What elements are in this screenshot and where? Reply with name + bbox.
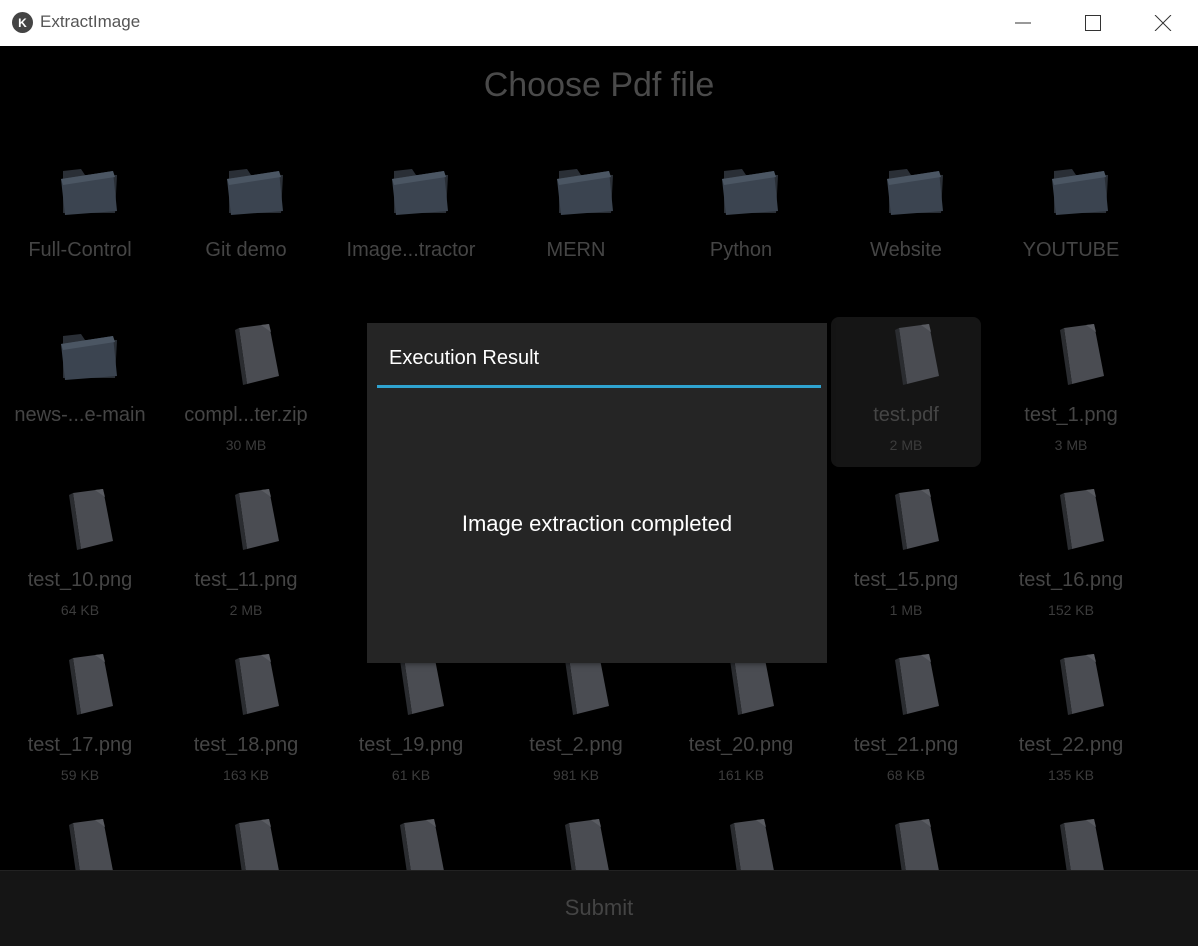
maximize-button[interactable] xyxy=(1058,0,1128,46)
file-item[interactable]: test_15.png 1 MB xyxy=(831,471,981,621)
file-size: 64 KB xyxy=(60,602,100,618)
file-icon xyxy=(881,483,951,553)
folder-item[interactable]: news-...e-main xyxy=(5,306,155,456)
file-size: 1 MB xyxy=(889,602,923,618)
file-name: test_16.png xyxy=(1018,569,1124,591)
file-name: Image...tractor xyxy=(346,239,476,261)
submit-label: Submit xyxy=(564,895,634,920)
app-logo-icon: K xyxy=(12,12,33,33)
file-name: test.pdf xyxy=(873,404,939,426)
file-icon xyxy=(221,648,291,718)
file-item[interactable]: test_10.png 64 KB xyxy=(5,471,155,621)
file-icon xyxy=(221,483,291,553)
dialog-message: Image extraction completed xyxy=(461,511,733,536)
dialog-title-divider xyxy=(377,385,821,388)
file-name: test_2.png xyxy=(529,734,623,756)
file-size: 152 KB xyxy=(1048,602,1094,618)
folder-item[interactable]: Python xyxy=(666,141,816,291)
file-name: compl...ter.zip xyxy=(184,404,308,426)
file-size: 61 KB xyxy=(391,767,431,783)
folder-icon xyxy=(1046,153,1116,223)
execution-result-dialog: Execution Result Image extraction comple… xyxy=(367,323,827,663)
minimize-button[interactable] xyxy=(988,0,1058,46)
file-item[interactable]: test_22.png 135 KB xyxy=(996,636,1146,786)
folder-item[interactable]: YOUTUBE xyxy=(996,141,1146,291)
folder-item[interactable]: Website xyxy=(831,141,981,291)
folder-icon xyxy=(716,153,786,223)
file-name: test_15.png xyxy=(853,569,959,591)
minimize-icon xyxy=(1015,22,1031,24)
file-icon xyxy=(55,483,125,553)
folder-icon xyxy=(386,153,456,223)
file-name: test_11.png xyxy=(194,569,298,591)
file-size: 161 KB xyxy=(718,767,764,783)
folder-icon xyxy=(551,153,621,223)
file-size: 981 KB xyxy=(553,767,599,783)
file-item[interactable]: test_16.png 152 KB xyxy=(996,471,1146,621)
folder-icon xyxy=(55,318,125,388)
file-item[interactable]: compl...ter.zip 30 MB xyxy=(171,306,321,456)
folder-icon xyxy=(881,153,951,223)
file-icon xyxy=(1046,483,1116,553)
file-name: test_19.png xyxy=(358,734,464,756)
folder-item[interactable]: MERN xyxy=(501,141,651,291)
file-icon xyxy=(1046,648,1116,718)
file-name: test_22.png xyxy=(1018,734,1124,756)
close-button[interactable] xyxy=(1128,0,1198,46)
file-size: 135 KB xyxy=(1048,767,1094,783)
file-name: MERN xyxy=(546,239,606,261)
file-icon xyxy=(1046,318,1116,388)
file-name: Python xyxy=(709,239,773,261)
file-size: 68 KB xyxy=(886,767,926,783)
file-name: test_21.png xyxy=(853,734,959,756)
file-icon xyxy=(881,318,951,388)
file-name: test_18.png xyxy=(193,734,299,756)
file-size: 59 KB xyxy=(60,767,100,783)
file-size: 30 MB xyxy=(225,437,267,453)
file-size: 3 MB xyxy=(1054,437,1088,453)
file-size: 163 KB xyxy=(223,767,269,783)
file-item[interactable]: test_1.png 3 MB xyxy=(996,306,1146,456)
file-name: news-...e-main xyxy=(14,404,146,426)
folder-icon xyxy=(55,153,125,223)
file-item[interactable]: test_17.png 59 KB xyxy=(5,636,155,786)
submit-button[interactable]: Submit xyxy=(0,870,1198,946)
close-icon xyxy=(1154,15,1172,31)
file-item[interactable]: test_21.png 68 KB xyxy=(831,636,981,786)
file-size: 2 MB xyxy=(889,437,923,453)
file-name: test_20.png xyxy=(688,734,794,756)
file-name: Website xyxy=(870,239,942,261)
page-title: Choose Pdf file xyxy=(483,66,715,104)
file-name: Git demo xyxy=(205,239,287,261)
title-bar: K ExtractImage xyxy=(0,0,1198,46)
window-title: ExtractImage xyxy=(40,12,141,31)
file-item[interactable]: test.pdf 2 MB xyxy=(831,317,981,467)
folder-item[interactable]: Full-Control xyxy=(5,141,155,291)
dialog-title: Execution Result xyxy=(389,347,540,369)
file-icon xyxy=(55,648,125,718)
folder-item[interactable]: Image...tractor xyxy=(336,141,486,291)
file-item[interactable]: test_11.png 2 MB xyxy=(171,471,321,621)
file-name: test_1.png xyxy=(1024,404,1118,426)
file-name: test_10.png xyxy=(27,569,133,591)
folder-item[interactable]: Git demo xyxy=(171,141,321,291)
file-name: Full-Control xyxy=(28,239,132,261)
file-size: 2 MB xyxy=(229,602,263,618)
maximize-icon xyxy=(1085,15,1101,31)
folder-icon xyxy=(221,153,291,223)
file-name: test_17.png xyxy=(27,734,133,756)
file-item[interactable]: test_18.png 163 KB xyxy=(171,636,321,786)
file-name: YOUTUBE xyxy=(1022,239,1120,261)
file-icon xyxy=(881,648,951,718)
file-icon xyxy=(221,318,291,388)
